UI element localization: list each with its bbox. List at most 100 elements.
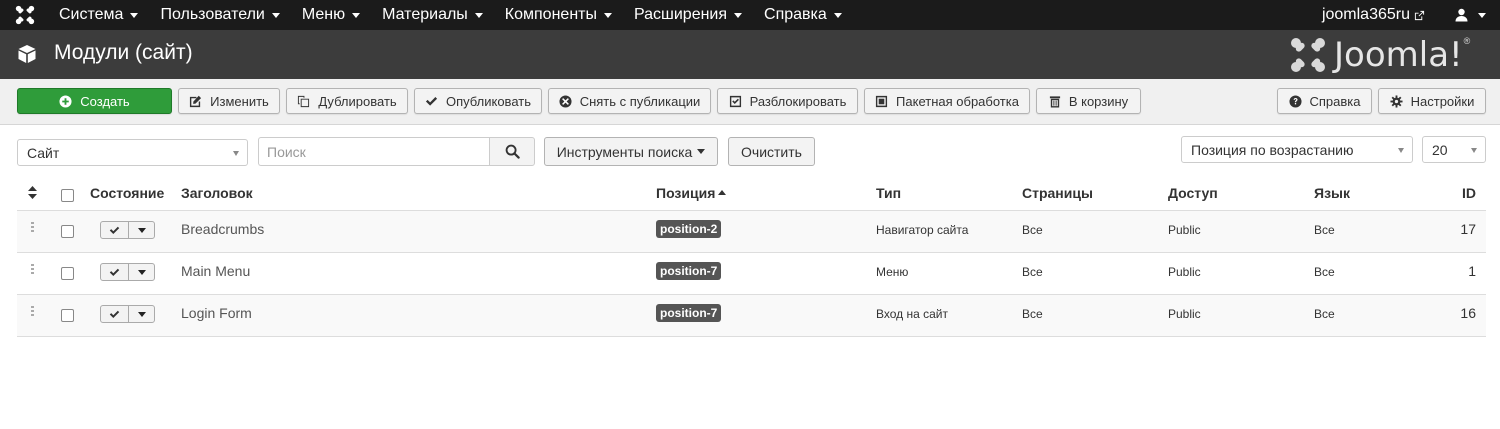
sort-ordering-icon[interactable] (28, 186, 37, 199)
cell-type: Навигатор сайта (876, 223, 969, 237)
clear-button[interactable]: Очистить (728, 137, 815, 166)
state-button-group (100, 305, 155, 323)
column-pages[interactable]: Страницы (1022, 185, 1093, 201)
drag-handle-icon[interactable] (31, 222, 35, 234)
caret-down-icon (271, 12, 280, 18)
row-checkbox[interactable] (61, 309, 74, 322)
module-title-link[interactable]: Login Form (181, 305, 252, 321)
menu-components[interactable]: Компоненты (494, 0, 623, 30)
remove-circle-icon (559, 94, 572, 108)
module-title-link[interactable]: Main Menu (181, 263, 250, 279)
menu-extensions[interactable]: Расширения (623, 0, 753, 30)
caret-down-icon (474, 12, 483, 18)
duplicate-button[interactable]: Дублировать (286, 88, 408, 114)
select-arrow-icon (1398, 148, 1404, 153)
cell-type: Вход на сайт (876, 307, 948, 321)
cell-pages: Все (1022, 307, 1043, 321)
batch-button[interactable]: Пакетная обработка (864, 88, 1030, 114)
search-button[interactable] (489, 137, 535, 166)
menu-menus[interactable]: Меню (291, 0, 371, 30)
brand-wordmark: Joomla! (1334, 35, 1463, 75)
menu-help[interactable]: Справка (753, 0, 853, 30)
row-checkbox[interactable] (61, 267, 74, 280)
column-type[interactable]: Тип (876, 185, 901, 201)
module-title-link[interactable]: Breadcrumbs (181, 221, 264, 237)
state-dropdown-toggle[interactable] (129, 222, 154, 238)
column-id[interactable]: ID (1462, 185, 1476, 201)
page-header: Модули (сайт) Joomla! ® (0, 30, 1500, 79)
column-state[interactable]: Состояние (90, 185, 164, 201)
limit-select[interactable]: 20 (1422, 136, 1486, 163)
publish-toggle[interactable] (101, 264, 129, 280)
caret-down-icon (697, 149, 706, 154)
publish-toggle[interactable] (101, 306, 129, 322)
menu-content[interactable]: Материалы (371, 0, 494, 30)
cell-id: 16 (1460, 305, 1476, 321)
caret-down-icon (833, 12, 842, 18)
caret-down-icon (130, 12, 139, 18)
help-button[interactable]: Справка (1277, 88, 1372, 114)
trash-icon (1049, 95, 1060, 108)
column-position[interactable]: Позиция (656, 185, 727, 201)
unpublish-button[interactable]: Снять с публикации (548, 88, 711, 114)
main-menu: Система Пользователи Меню Материалы Комп… (48, 0, 853, 30)
cell-language: Все (1314, 265, 1335, 279)
state-dropdown-toggle[interactable] (129, 306, 154, 322)
joomla-logo-icon (1291, 38, 1325, 72)
search-input[interactable] (258, 137, 490, 166)
client-select[interactable]: Сайт (17, 139, 248, 166)
cell-language: Все (1314, 307, 1335, 321)
edit-button[interactable]: Изменить (178, 88, 280, 114)
caret-down-icon (734, 12, 743, 18)
column-language[interactable]: Язык (1314, 185, 1350, 201)
joomla-brand-logo: Joomla! ® (1288, 35, 1470, 75)
caret-down-icon (352, 12, 361, 18)
check-icon (425, 96, 438, 106)
cell-id: 1 (1468, 263, 1476, 279)
cell-pages: Все (1022, 223, 1043, 237)
ordering-select[interactable]: Позиция по возрастанию (1181, 136, 1413, 163)
table-divider (17, 336, 1486, 337)
drag-handle-icon[interactable] (31, 306, 35, 318)
menu-users[interactable]: Пользователи (149, 0, 290, 30)
position-badge: position-2 (656, 220, 722, 238)
check-all-checkbox[interactable] (61, 189, 74, 202)
cell-access: Public (1168, 307, 1201, 321)
state-button-group (100, 221, 155, 239)
publish-toggle[interactable] (101, 222, 129, 238)
cell-type: Меню (876, 265, 909, 279)
search-tools-button[interactable]: Инструменты поиска (544, 137, 718, 166)
options-button[interactable]: Настройки (1378, 88, 1486, 114)
gear-icon (1390, 94, 1403, 108)
row-checkbox[interactable] (61, 225, 74, 238)
caret-down-icon (1478, 12, 1486, 18)
question-circle-icon (1288, 94, 1302, 108)
drag-handle-icon[interactable] (31, 264, 35, 276)
column-title[interactable]: Заголовок (181, 185, 253, 201)
user-menu[interactable] (1437, 0, 1500, 30)
user-icon (1455, 8, 1468, 22)
cell-access: Public (1168, 223, 1201, 237)
position-badge: position-7 (656, 262, 722, 280)
cube-icon (18, 45, 36, 63)
caret-down-icon (137, 269, 146, 275)
page-title: Модули (сайт) (54, 41, 193, 64)
caret-down-icon (137, 311, 146, 317)
cell-id: 17 (1460, 221, 1476, 237)
table-divider (17, 252, 1486, 253)
navbar-right: joomla365ru (1310, 0, 1500, 30)
joomla-logo-icon[interactable] (14, 4, 36, 26)
top-navbar: Система Пользователи Меню Материалы Комп… (0, 0, 1500, 30)
create-button[interactable]: Создать (17, 88, 172, 114)
checkin-button[interactable]: Разблокировать (717, 88, 858, 114)
state-dropdown-toggle[interactable] (129, 264, 154, 280)
cell-pages: Все (1022, 265, 1043, 279)
caret-down-icon (137, 227, 146, 233)
site-link[interactable]: joomla365ru (1310, 6, 1437, 24)
sort-asc-icon (718, 190, 727, 195)
cell-language: Все (1314, 223, 1335, 237)
publish-button[interactable]: Опубликовать (414, 88, 542, 114)
trash-button[interactable]: В корзину (1036, 88, 1141, 114)
column-access[interactable]: Доступ (1168, 185, 1218, 201)
menu-system[interactable]: Система (48, 0, 149, 30)
